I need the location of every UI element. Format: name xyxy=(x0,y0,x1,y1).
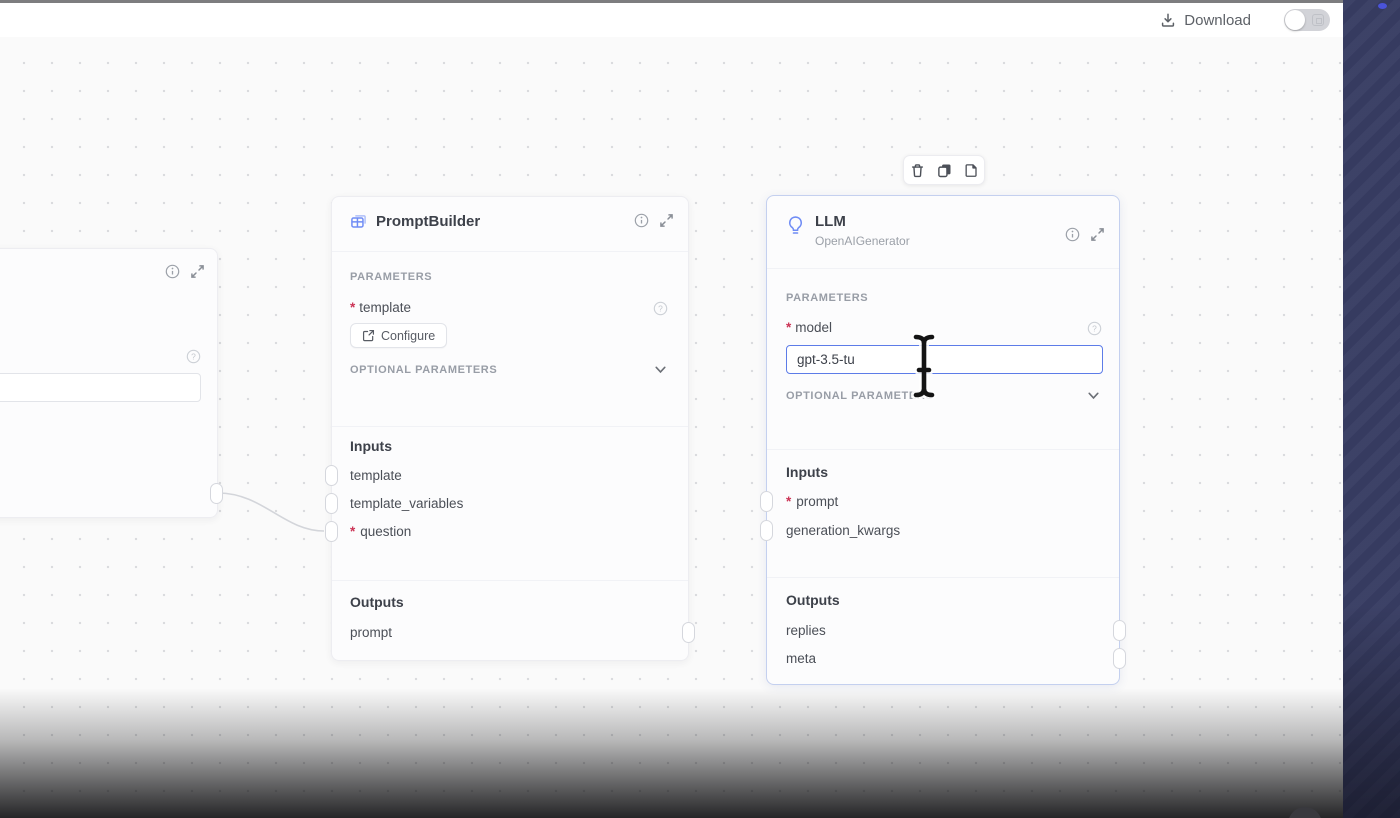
builder-grid-icon xyxy=(350,214,367,231)
parameters-label: PARAMETERS xyxy=(786,292,869,304)
llm-node[interactable]: LLM OpenAIGenerator PARAMETERS * model ? xyxy=(760,195,1126,685)
input-row-question: * question xyxy=(350,524,411,539)
expand-icon[interactable] xyxy=(190,264,205,279)
optional-parameters-label: OPTIONAL PARAMETERS xyxy=(350,364,498,376)
optional-parameters-label: OPTIONAL PARAMETERS xyxy=(786,390,934,402)
output-row-meta: meta xyxy=(786,651,816,666)
inputs-heading: Inputs xyxy=(350,438,392,454)
output-port-replies[interactable] xyxy=(1113,620,1126,641)
param-label: template xyxy=(359,300,412,315)
node-action-toolbar xyxy=(903,155,985,185)
param-model: * model xyxy=(786,320,832,335)
svg-text:?: ? xyxy=(191,352,196,362)
required-marker: * xyxy=(786,494,792,509)
download-icon xyxy=(1160,12,1176,28)
io-label: meta xyxy=(786,651,817,666)
delete-node-button[interactable] xyxy=(905,158,930,183)
window-top-border xyxy=(0,0,1343,3)
chevron-down-icon[interactable] xyxy=(653,362,668,377)
node-subtitle: OpenAIGenerator xyxy=(815,234,910,248)
output-port-meta[interactable] xyxy=(1113,648,1126,669)
input-row-template-variables: template_variables xyxy=(350,496,463,511)
configure-label: Configure xyxy=(381,328,436,343)
required-marker: * xyxy=(350,300,356,315)
input-port-template-variables[interactable] xyxy=(325,493,338,514)
toggle-code-icon xyxy=(1312,14,1324,26)
inputs-heading: Inputs xyxy=(786,464,828,480)
outputs-heading: Outputs xyxy=(350,594,404,610)
io-label: template xyxy=(350,468,402,483)
model-input[interactable] xyxy=(786,345,1103,374)
io-label: replies xyxy=(786,623,826,638)
input-port-question[interactable] xyxy=(325,521,338,542)
io-label: question xyxy=(360,524,412,539)
svg-text:?: ? xyxy=(1092,324,1097,334)
input-row-generation-kwargs: generation_kwargs xyxy=(786,523,900,538)
left-node[interactable]: ? xyxy=(0,248,223,518)
input-port-prompt[interactable] xyxy=(760,491,773,512)
node-title: LLM xyxy=(815,213,846,230)
video-background-strip xyxy=(1343,0,1400,818)
configure-icon xyxy=(362,329,375,342)
topbar: Download xyxy=(0,3,1343,37)
chevron-down-icon[interactable] xyxy=(1086,388,1101,403)
parameters-label: PARAMETERS xyxy=(350,271,433,283)
outputs-heading: Outputs xyxy=(786,592,840,608)
help-icon[interactable]: ? xyxy=(653,301,668,316)
configure-button[interactable]: Configure xyxy=(350,323,448,348)
input-row-prompt: * prompt xyxy=(786,494,838,509)
svg-text:?: ? xyxy=(658,304,663,314)
left-node-input[interactable] xyxy=(0,373,201,402)
info-icon[interactable] xyxy=(1065,227,1080,242)
param-label: model xyxy=(795,320,833,335)
io-label: prompt xyxy=(796,494,839,509)
document-node-button[interactable] xyxy=(959,158,984,183)
trash-icon xyxy=(910,163,925,178)
output-port-prompt[interactable] xyxy=(682,622,695,643)
io-label: template_variables xyxy=(350,496,464,511)
info-icon[interactable] xyxy=(165,264,180,279)
document-icon xyxy=(964,163,979,178)
help-icon[interactable]: ? xyxy=(1087,321,1102,336)
lightbulb-icon xyxy=(787,215,804,237)
node-title: PromptBuilder xyxy=(376,213,481,230)
info-icon[interactable] xyxy=(634,213,649,228)
output-row-prompt: prompt xyxy=(350,625,392,640)
input-port-generation-kwargs[interactable] xyxy=(760,520,773,541)
pipeline-editor-app: ? PromptBuilder PARAMETERS * template ? … xyxy=(0,0,1343,818)
toggle-knob xyxy=(1285,10,1305,30)
duplicate-icon xyxy=(937,163,952,178)
status-dot xyxy=(1378,3,1387,9)
required-marker: * xyxy=(786,320,792,335)
input-row-template: template xyxy=(350,468,402,483)
download-label: Download xyxy=(1184,11,1251,29)
help-icon[interactable]: ? xyxy=(186,349,201,364)
download-button[interactable]: Download xyxy=(1160,8,1251,32)
promptbuilder-node[interactable]: PromptBuilder PARAMETERS * template ? Co… xyxy=(325,196,695,661)
input-port-template[interactable] xyxy=(325,465,338,486)
expand-icon[interactable] xyxy=(1090,227,1105,242)
view-toggle[interactable] xyxy=(1284,9,1330,31)
param-template: * template xyxy=(350,300,411,315)
left-node-output-port[interactable] xyxy=(210,483,223,504)
required-marker: * xyxy=(350,524,356,539)
duplicate-node-button[interactable] xyxy=(932,158,957,183)
io-label: prompt xyxy=(350,625,393,640)
output-row-replies: replies xyxy=(786,623,826,638)
expand-icon[interactable] xyxy=(659,213,674,228)
screen: ? PromptBuilder PARAMETERS * template ? … xyxy=(0,0,1400,818)
io-label: generation_kwargs xyxy=(786,523,901,538)
